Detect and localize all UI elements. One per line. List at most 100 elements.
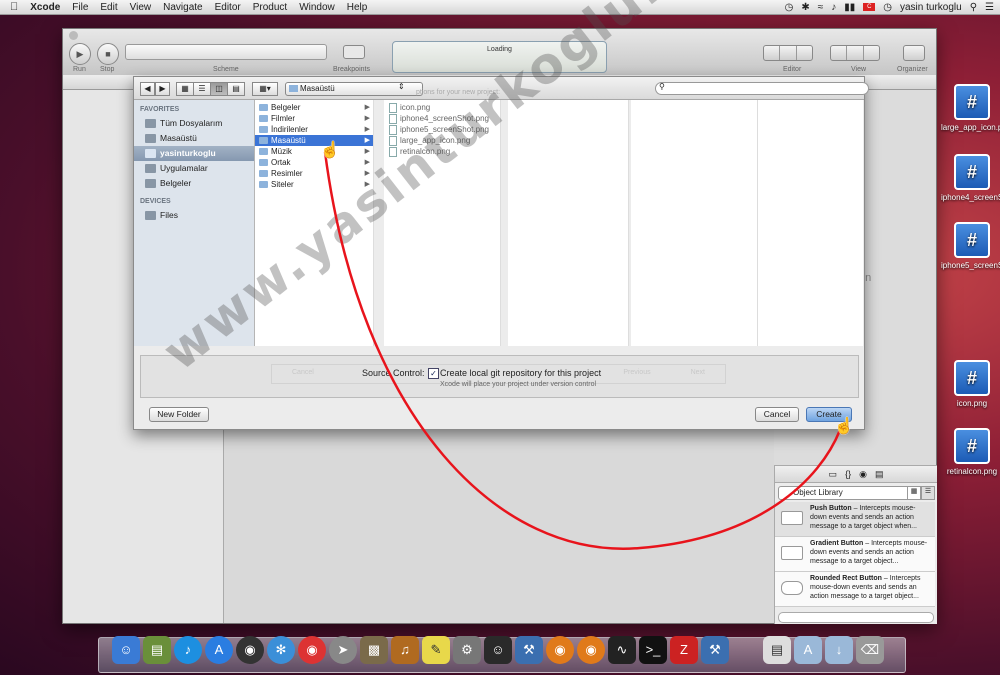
list-item[interactable]: İndirilenler ▶ (255, 124, 373, 135)
clock-icon[interactable]: ◷ (883, 2, 892, 13)
sidebar-item-documents[interactable]: Belgeler (134, 176, 254, 191)
disk-icon (145, 211, 156, 220)
sidebar-item-applications[interactable]: Uygulamalar (134, 161, 254, 176)
library-item[interactable]: Rounded Rect Button – Intercepts mouse-d… (775, 572, 935, 607)
sidebar-item-files[interactable]: Files (134, 208, 254, 223)
finder-icon[interactable]: ☺ (112, 636, 140, 664)
preview-icon[interactable]: ▩ (360, 636, 388, 664)
item-label: icon.png (400, 103, 431, 112)
list-view-icon[interactable]: ☰ (921, 486, 935, 500)
library-select[interactable]: Object Library (778, 486, 918, 500)
view-segmented-control[interactable] (830, 45, 880, 61)
library-item[interactable]: Push Button – Intercepts mouse-down even… (775, 502, 935, 537)
menu-app[interactable]: Xcode (24, 2, 66, 13)
desktop-file[interactable]: # iphone5_screenShot.png (941, 222, 1000, 270)
notification-icon[interactable]: ☰ (985, 2, 994, 13)
list-item[interactable]: Filmler ▶ (255, 113, 373, 124)
terminal-robot-icon[interactable]: ☺ (484, 636, 512, 664)
coverflow-view-button[interactable]: ▤ (227, 82, 245, 96)
arrange-button[interactable]: ▦▾ (252, 82, 278, 96)
code-snippet-icon[interactable]: {} (845, 469, 851, 479)
desktop-icon (145, 134, 156, 143)
sidebar-item-all-files[interactable]: Tüm Dosyalarım (134, 116, 254, 131)
close-window-icon[interactable] (69, 31, 78, 40)
column-view-button[interactable]: ◫ (210, 82, 228, 96)
object-library-icon[interactable]: ◉ (859, 469, 867, 480)
back-button[interactable]: ◀ (140, 82, 155, 96)
filezilla-icon[interactable]: Z (670, 636, 698, 664)
sidebar-item-desktop[interactable]: Masaüstü (134, 131, 254, 146)
itunes-icon[interactable]: ♪ (174, 636, 202, 664)
desktop-file[interactable]: # icon.png (941, 360, 1000, 408)
sidebar-item-home[interactable]: yasinturkoglu (134, 146, 254, 161)
desktop-file[interactable]: # large_app_icon.png (941, 84, 1000, 132)
list-view-button[interactable]: ☰ (193, 82, 211, 96)
blender-icon[interactable]: ◉ (546, 636, 574, 664)
grid-view-icon[interactable]: ▦ (907, 486, 921, 500)
xcode-icon[interactable]: ⚒ (515, 636, 543, 664)
menu-edit[interactable]: Edit (94, 2, 123, 13)
menu-window[interactable]: Window (293, 2, 341, 13)
library-item[interactable]: Gradient Button – Intercepts mouse-down … (775, 537, 935, 572)
volume-icon[interactable]: ♪ (831, 2, 836, 13)
downloads-folder-icon[interactable]: ↓ (825, 636, 853, 664)
app-store-icon[interactable]: A (205, 636, 233, 664)
menu-editor[interactable]: Editor (209, 2, 247, 13)
trash-icon[interactable]: ⌫ (856, 636, 884, 664)
stickies-icon[interactable]: ✎ (422, 636, 450, 664)
new-folder-button[interactable]: New Folder (149, 407, 209, 422)
media-library-icon[interactable]: ▤ (875, 469, 884, 480)
scheme-selector[interactable] (125, 44, 327, 60)
wifi-icon[interactable]: ≈ (818, 2, 824, 13)
git-checkbox-label[interactable]: Create local git repository for this pro… (440, 368, 601, 378)
apple-menu-icon[interactable]:  (0, 1, 24, 13)
forward-button[interactable]: ▶ (155, 82, 170, 96)
list-item[interactable]: Belgeler ▶ (255, 102, 373, 113)
list-item[interactable]: Müzik ▶ (255, 146, 373, 157)
stop-button[interactable]: ■ (97, 43, 119, 65)
menu-navigate[interactable]: Navigate (157, 2, 208, 13)
safari-icon[interactable]: ✻ (267, 636, 295, 664)
menu-view[interactable]: View (124, 2, 158, 13)
editor-segmented-control[interactable] (763, 45, 813, 61)
instruments-icon[interactable]: ⚒ (701, 636, 729, 664)
bluetooth-icon[interactable]: ✱ (801, 2, 809, 13)
sidebar-item-label: Belgeler (160, 178, 192, 188)
menu-product[interactable]: Product (247, 2, 293, 13)
launchpad-icon[interactable]: ➤ (329, 636, 357, 664)
documents-stack-icon[interactable]: ▤ (763, 636, 791, 664)
organizer-label: Organizer (897, 66, 928, 73)
user-name[interactable]: yasin turkoglu (900, 2, 962, 13)
menu-help[interactable]: Help (341, 2, 374, 13)
list-item-selected[interactable]: Masaüstü ▶ (255, 135, 373, 146)
terminal-icon[interactable]: >_ (639, 636, 667, 664)
menu-file[interactable]: File (66, 2, 94, 13)
mission-control-icon[interactable]: ◉ (236, 636, 264, 664)
sidebar-item-label: Files (160, 210, 178, 220)
run-button[interactable]: ▶ (69, 43, 91, 65)
battery-icon[interactable]: ▮▮ (844, 2, 855, 13)
git-checkbox[interactable]: ✓ (428, 368, 439, 379)
library-filter-field[interactable] (778, 612, 934, 623)
system-preferences-icon[interactable]: ⚙ (453, 636, 481, 664)
activity-monitor-icon[interactable]: ∿ (608, 636, 636, 664)
desktop-file[interactable]: # retinalcon.png (941, 428, 1000, 476)
organizer-button[interactable] (903, 45, 925, 61)
search-field[interactable] (655, 82, 869, 95)
file-template-icon[interactable]: ▭ (829, 469, 838, 480)
blender-icon-2[interactable]: ◉ (577, 636, 605, 664)
input-flag-icon[interactable]: C (863, 3, 876, 11)
breakpoints-button[interactable] (343, 45, 365, 59)
editor-label: Editor (783, 66, 802, 73)
cancel-button[interactable]: Cancel (755, 407, 799, 422)
applications-folder-icon[interactable]: A (794, 636, 822, 664)
list-item[interactable]: Ortak ▶ (255, 157, 373, 168)
dashboard-icon[interactable]: ▤ (143, 636, 171, 664)
desktop-file[interactable]: # iphone4_screenShot.png (941, 154, 1000, 202)
chrome-icon[interactable]: ◉ (298, 636, 326, 664)
spotlight-icon[interactable]: ⚲ (970, 2, 977, 13)
time-machine-icon[interactable]: ◷ (785, 2, 794, 13)
file-hash-icon: # (954, 360, 990, 396)
icon-view-button[interactable]: ▦ (176, 82, 194, 96)
garageband-icon[interactable]: ♫ (391, 636, 419, 664)
